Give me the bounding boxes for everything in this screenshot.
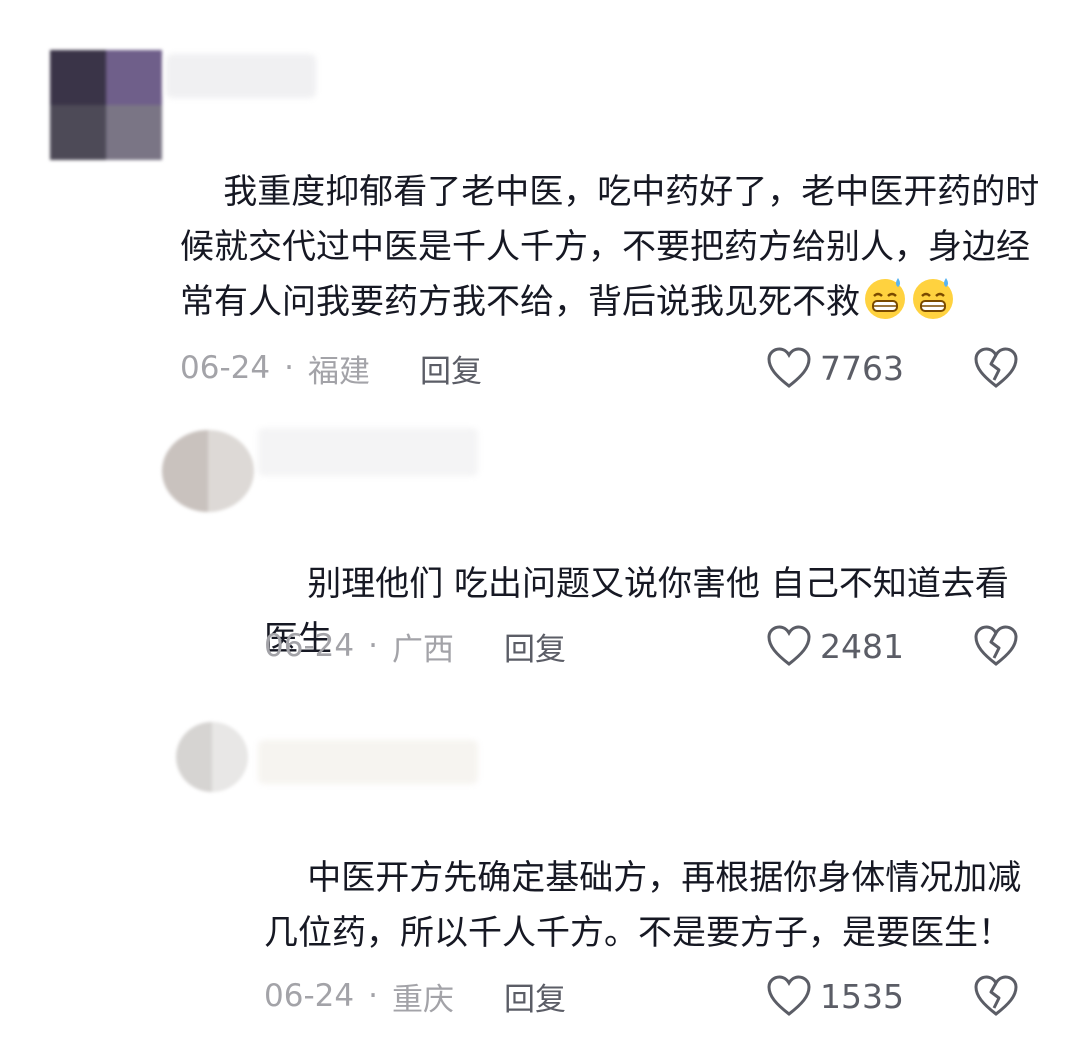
username-blurred[interactable] <box>258 428 478 476</box>
comment-location: 福建 <box>307 353 370 390</box>
reply-button[interactable]: 回复 <box>504 974 566 1019</box>
meta-separator: · <box>368 978 378 1014</box>
reply-button[interactable]: 回复 <box>420 346 482 391</box>
heart-icon <box>767 975 811 1016</box>
comment-text: 别理他们 吃出问题又说你害他 自己不知道去看医生 <box>264 502 1024 722</box>
comment-location: 重庆 <box>391 981 454 1018</box>
reply-comment-item: 别理他们 吃出问题又说你害他 自己不知道去看医生 06-24 · 广西 回复 2… <box>0 410 1076 700</box>
comment-meta: 06-24 · 广西 回复 <box>264 624 566 668</box>
like-button[interactable]: 2481 <box>766 622 904 670</box>
broken-heart-icon[interactable] <box>973 974 1019 1018</box>
avatar[interactable] <box>162 430 254 512</box>
heart-icon <box>767 625 811 666</box>
comment-text: 我重度抑郁看了老中医，吃中药好了，老中医开药的时候就交代过中医是千人千方，不要把… <box>180 110 1040 385</box>
comment-item: 我重度抑郁看了老中医，吃中药好了，老中医开药的时候就交代过中医是千人千方，不要把… <box>0 0 1076 410</box>
comment-date: 06-24 <box>264 978 355 1014</box>
comment-location: 广西 <box>391 631 454 668</box>
comment-meta: 06-24 · 重庆 回复 <box>264 974 566 1018</box>
avatar[interactable] <box>50 50 162 160</box>
broken-heart-icon[interactable] <box>973 346 1019 390</box>
like-button[interactable]: 7763 <box>766 344 904 392</box>
avatar[interactable] <box>176 722 248 792</box>
reply-button[interactable]: 回复 <box>504 624 566 669</box>
comment-meta: 06-24 · 福建 回复 <box>180 346 482 390</box>
like-button[interactable]: 1535 <box>766 972 904 1020</box>
username-blurred[interactable] <box>258 740 478 784</box>
meta-separator: · <box>368 628 378 664</box>
comment-date: 06-24 <box>180 350 271 386</box>
broken-heart-icon[interactable] <box>973 624 1019 668</box>
grinning-sweat-emoji-icon <box>913 278 953 319</box>
like-count: 2481 <box>820 626 904 666</box>
reply-comment-item: 中医开方先确定基础方，再根据你身体情况加减几位药，所以千人千方。不是要方子，是要… <box>0 700 1076 1044</box>
comment-date: 06-24 <box>264 628 355 664</box>
meta-separator: · <box>284 350 294 386</box>
heart-icon <box>767 347 811 388</box>
like-count: 7763 <box>820 348 904 388</box>
comment-body: 中医开方先确定基础方，再根据你身体情况加减几位药，所以千人千方。不是要方子，是要… <box>264 858 1022 953</box>
username-blurred[interactable] <box>166 54 316 98</box>
like-count: 1535 <box>820 976 904 1016</box>
grinning-sweat-emoji-icon <box>865 278 905 319</box>
